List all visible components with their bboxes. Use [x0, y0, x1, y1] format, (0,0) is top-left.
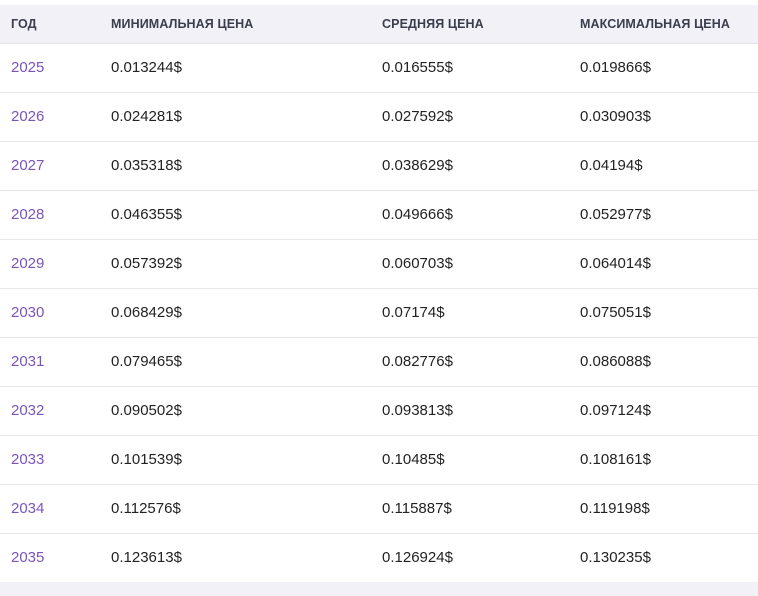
avg-price-cell: 0.082776$	[382, 353, 453, 370]
avg-price-cell: 0.115887$	[382, 500, 452, 517]
table-row: 2027 0.035318$ 0.038629$ 0.04194$	[0, 142, 758, 191]
price-forecast-table: ГОД МИНИМАЛЬНАЯ ЦЕНА СРЕДНЯЯ ЦЕНА МАКСИМ…	[0, 5, 758, 583]
year-link[interactable]: 2031	[11, 338, 44, 386]
avg-price-cell: 0.016555$	[382, 59, 453, 76]
avg-price-cell: 0.027592$	[382, 108, 453, 125]
max-price-cell: 0.097124$	[580, 402, 651, 419]
header-min-price: МИНИМАЛЬНАЯ ЦЕНА	[111, 17, 254, 31]
avg-price-cell: 0.093813$	[382, 402, 453, 419]
table-row: 2026 0.024281$ 0.027592$ 0.030903$	[0, 93, 758, 142]
avg-price-cell: 0.049666$	[382, 206, 453, 223]
table-row: 2028 0.046355$ 0.049666$ 0.052977$	[0, 191, 758, 240]
max-price-cell: 0.030903$	[580, 108, 651, 125]
year-link[interactable]: 2034	[11, 485, 44, 533]
max-price-cell: 0.019866$	[580, 59, 651, 76]
year-link[interactable]: 2033	[11, 436, 44, 484]
table-row: 2035 0.123613$ 0.126924$ 0.130235$	[0, 534, 758, 583]
min-price-cell: 0.057392$	[111, 255, 182, 272]
min-price-cell: 0.046355$	[111, 206, 182, 223]
avg-price-cell: 0.07174$	[382, 304, 445, 321]
min-price-cell: 0.079465$	[111, 353, 182, 370]
max-price-cell: 0.108161$	[580, 451, 651, 468]
avg-price-cell: 0.060703$	[382, 255, 453, 272]
min-price-cell: 0.101539$	[111, 451, 182, 468]
min-price-cell: 0.013244$	[111, 59, 182, 76]
max-price-cell: 0.119198$	[580, 500, 650, 517]
min-price-cell: 0.090502$	[111, 402, 182, 419]
table-row: 2030 0.068429$ 0.07174$ 0.075051$	[0, 289, 758, 338]
min-price-cell: 0.068429$	[111, 304, 182, 321]
min-price-cell: 0.035318$	[111, 157, 182, 174]
header-max-price: МАКСИМАЛЬНАЯ ЦЕНА	[580, 17, 730, 31]
table-footer	[0, 582, 758, 596]
avg-price-cell: 0.038629$	[382, 157, 453, 174]
year-link[interactable]: 2035	[11, 534, 44, 582]
min-price-cell: 0.112576$	[111, 500, 181, 517]
year-link[interactable]: 2032	[11, 387, 44, 435]
table-row: 2029 0.057392$ 0.060703$ 0.064014$	[0, 240, 758, 289]
year-link[interactable]: 2029	[11, 240, 44, 288]
table-row: 2033 0.101539$ 0.10485$ 0.108161$	[0, 436, 758, 485]
table-row: 2034 0.112576$ 0.115887$ 0.119198$	[0, 485, 758, 534]
avg-price-cell: 0.10485$	[382, 451, 445, 468]
max-price-cell: 0.052977$	[580, 206, 651, 223]
table-row: 2031 0.079465$ 0.082776$ 0.086088$	[0, 338, 758, 387]
year-link[interactable]: 2027	[11, 142, 44, 190]
max-price-cell: 0.086088$	[580, 353, 651, 370]
table-row: 2032 0.090502$ 0.093813$ 0.097124$	[0, 387, 758, 436]
year-link[interactable]: 2026	[11, 93, 44, 141]
table-row: 2025 0.013244$ 0.016555$ 0.019866$	[0, 44, 758, 93]
header-year: ГОД	[11, 17, 37, 31]
year-link[interactable]: 2028	[11, 191, 44, 239]
year-link[interactable]: 2025	[11, 44, 44, 92]
max-price-cell: 0.130235$	[580, 549, 651, 566]
min-price-cell: 0.123613$	[111, 549, 182, 566]
header-avg-price: СРЕДНЯЯ ЦЕНА	[382, 17, 484, 31]
min-price-cell: 0.024281$	[111, 108, 182, 125]
avg-price-cell: 0.126924$	[382, 549, 453, 566]
max-price-cell: 0.064014$	[580, 255, 651, 272]
max-price-cell: 0.04194$	[580, 157, 643, 174]
year-link[interactable]: 2030	[11, 289, 44, 337]
max-price-cell: 0.075051$	[580, 304, 651, 321]
table-header: ГОД МИНИМАЛЬНАЯ ЦЕНА СРЕДНЯЯ ЦЕНА МАКСИМ…	[0, 5, 758, 44]
